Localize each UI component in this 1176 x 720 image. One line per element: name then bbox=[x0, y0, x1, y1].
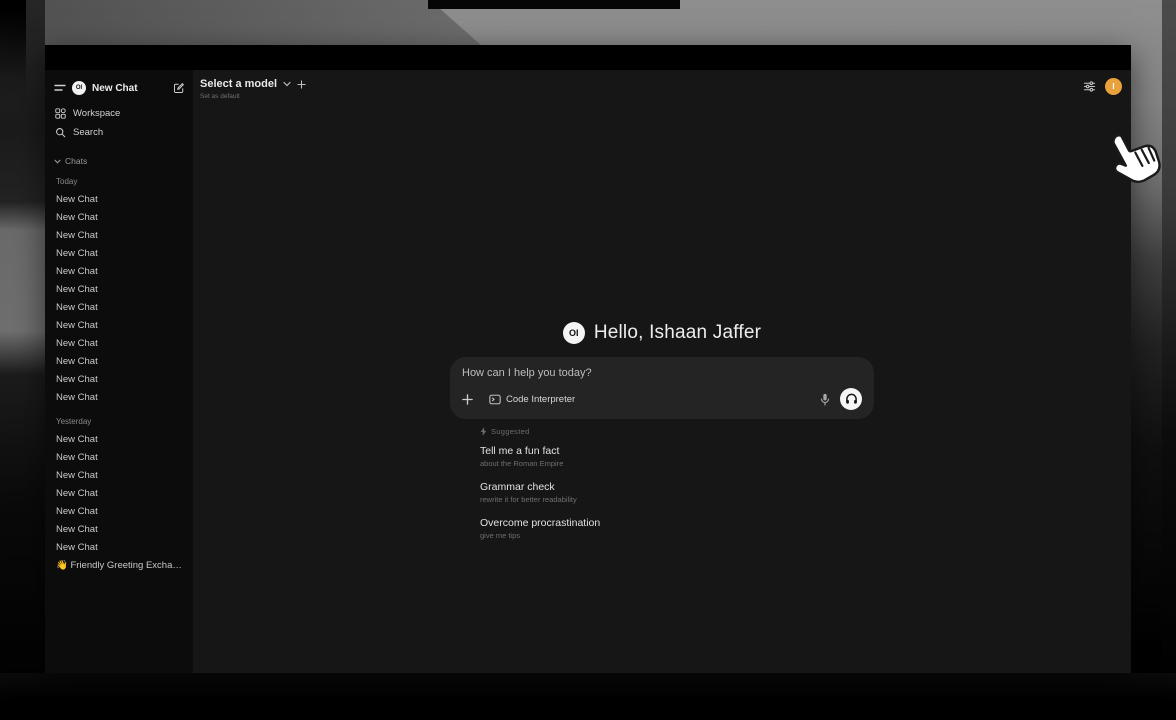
chat-list-item[interactable]: New Chat bbox=[54, 389, 185, 407]
app-logo: OI bbox=[72, 81, 86, 95]
sidebar: OI New Chat bbox=[45, 70, 193, 673]
chat-list-item[interactable]: New Chat bbox=[54, 467, 185, 485]
new-chat-icon[interactable] bbox=[173, 82, 185, 94]
chevron-down-icon bbox=[54, 159, 61, 164]
sidebar-toggle-icon[interactable] bbox=[54, 83, 66, 93]
desktop: OI New Chat bbox=[0, 0, 1176, 720]
code-interpreter-toggle[interactable]: Code Interpreter bbox=[489, 394, 575, 405]
chat-list-item[interactable]: New Chat bbox=[54, 353, 185, 371]
voice-call-button[interactable] bbox=[840, 388, 862, 410]
chat-list-item[interactable]: New Chat bbox=[54, 317, 185, 335]
microphone-icon[interactable] bbox=[820, 393, 830, 406]
chats-section-toggle[interactable]: Chats bbox=[54, 155, 185, 167]
chat-list-item[interactable]: New Chat bbox=[54, 371, 185, 389]
chat-list-item[interactable]: New Chat bbox=[54, 281, 185, 299]
chat-group-label: Yesterday bbox=[56, 417, 185, 426]
suggested-prompt-subtitle: about the Roman Empire bbox=[480, 459, 874, 468]
suggested-prompt[interactable]: Grammar check rewrite it for better reada… bbox=[480, 481, 874, 504]
sidebar-item-workspace[interactable]: Workspace bbox=[54, 104, 185, 123]
chat-list-item[interactable]: New Chat bbox=[54, 485, 185, 503]
chat-list-item[interactable]: New Chat bbox=[54, 335, 185, 353]
set-as-default-link[interactable]: Set as default bbox=[200, 93, 306, 100]
user-avatar[interactable]: I bbox=[1105, 78, 1122, 95]
wallpaper-shape bbox=[1162, 0, 1176, 720]
wallpaper-shape bbox=[0, 0, 26, 110]
chat-list-item[interactable]: New Chat bbox=[54, 299, 185, 317]
sidebar-item-label: Search bbox=[73, 127, 103, 138]
attach-plus-icon[interactable] bbox=[462, 394, 473, 405]
chat-list-item[interactable]: New Chat bbox=[54, 449, 185, 467]
chat-list-item[interactable]: New Chat bbox=[54, 503, 185, 521]
suggested-prompt-subtitle: rewrite it for better readability bbox=[480, 495, 874, 504]
chat-list-item[interactable]: New Chat bbox=[54, 191, 185, 209]
suggested-header: Suggested bbox=[480, 427, 874, 436]
chat-list-item[interactable]: New Chat bbox=[54, 539, 185, 557]
search-icon bbox=[55, 127, 66, 138]
chat-list-item[interactable]: New Chat bbox=[54, 263, 185, 281]
message-composer[interactable]: How can I help you today? bbox=[450, 357, 874, 419]
wallpaper-shape bbox=[428, 0, 680, 9]
sidebar-header: OI New Chat bbox=[54, 78, 185, 98]
window-top-bar bbox=[45, 45, 1131, 70]
suggested-prompt[interactable]: Tell me a fun fact about the Roman Empire bbox=[480, 445, 874, 468]
code-interpreter-label: Code Interpreter bbox=[506, 394, 575, 405]
bolt-icon bbox=[480, 427, 487, 436]
suggested-prompt-subtitle: give me tips bbox=[480, 531, 874, 540]
message-input[interactable]: How can I help you today? bbox=[462, 367, 862, 379]
suggested-prompt-title: Grammar check bbox=[480, 481, 874, 493]
suggested-prompt-title: Overcome procrastination bbox=[480, 517, 874, 529]
chat-list-item[interactable]: New Chat bbox=[54, 245, 185, 263]
suggested-prompt-title: Tell me a fun fact bbox=[480, 445, 874, 457]
suggested-label: Suggested bbox=[491, 427, 530, 436]
chat-list-item[interactable]: New Chat bbox=[54, 227, 185, 245]
sidebar-item-label: Workspace bbox=[73, 108, 120, 119]
app-window: OI New Chat bbox=[45, 45, 1131, 673]
suggested-prompts: Suggested Tell me a fun fact about the Ro… bbox=[450, 427, 874, 540]
chat-list-item[interactable]: New Chat bbox=[54, 209, 185, 227]
chat-list-item[interactable]: New Chat bbox=[54, 521, 185, 539]
chat-group-label: Today bbox=[56, 177, 185, 186]
add-model-icon[interactable] bbox=[297, 80, 306, 89]
controls-icon[interactable] bbox=[1083, 80, 1096, 93]
chats-section-label: Chats bbox=[65, 156, 87, 166]
welcome-area: OI Hello, Ishaan Jaffer How can I help y… bbox=[450, 322, 874, 553]
app-logo: OI bbox=[563, 322, 585, 344]
main-header: Select a model Set as default bbox=[200, 78, 306, 100]
chat-list-item[interactable]: New Chat bbox=[54, 431, 185, 449]
sidebar-item-search[interactable]: Search bbox=[54, 123, 185, 142]
wallpaper-shape bbox=[0, 673, 1176, 720]
terminal-icon bbox=[489, 394, 501, 405]
main-panel: Select a model Set as default bbox=[193, 70, 1131, 673]
chevron-down-icon[interactable] bbox=[283, 81, 291, 87]
sidebar-title: New Chat bbox=[92, 83, 167, 94]
header-actions: I bbox=[1083, 78, 1122, 95]
greeting-text: Hello, Ishaan Jaffer bbox=[594, 322, 761, 344]
model-selector[interactable]: Select a model bbox=[200, 78, 277, 90]
chat-list-item[interactable]: 👋 Friendly Greeting Exchange bbox=[54, 557, 185, 575]
greeting: OI Hello, Ishaan Jaffer bbox=[450, 322, 874, 344]
chat-list: TodayNew ChatNew ChatNew ChatNew ChatNew… bbox=[54, 177, 185, 575]
sidebar-nav: Workspace Search bbox=[54, 104, 185, 142]
grid-icon bbox=[55, 108, 66, 119]
suggested-prompt[interactable]: Overcome procrastination give me tips bbox=[480, 517, 874, 540]
